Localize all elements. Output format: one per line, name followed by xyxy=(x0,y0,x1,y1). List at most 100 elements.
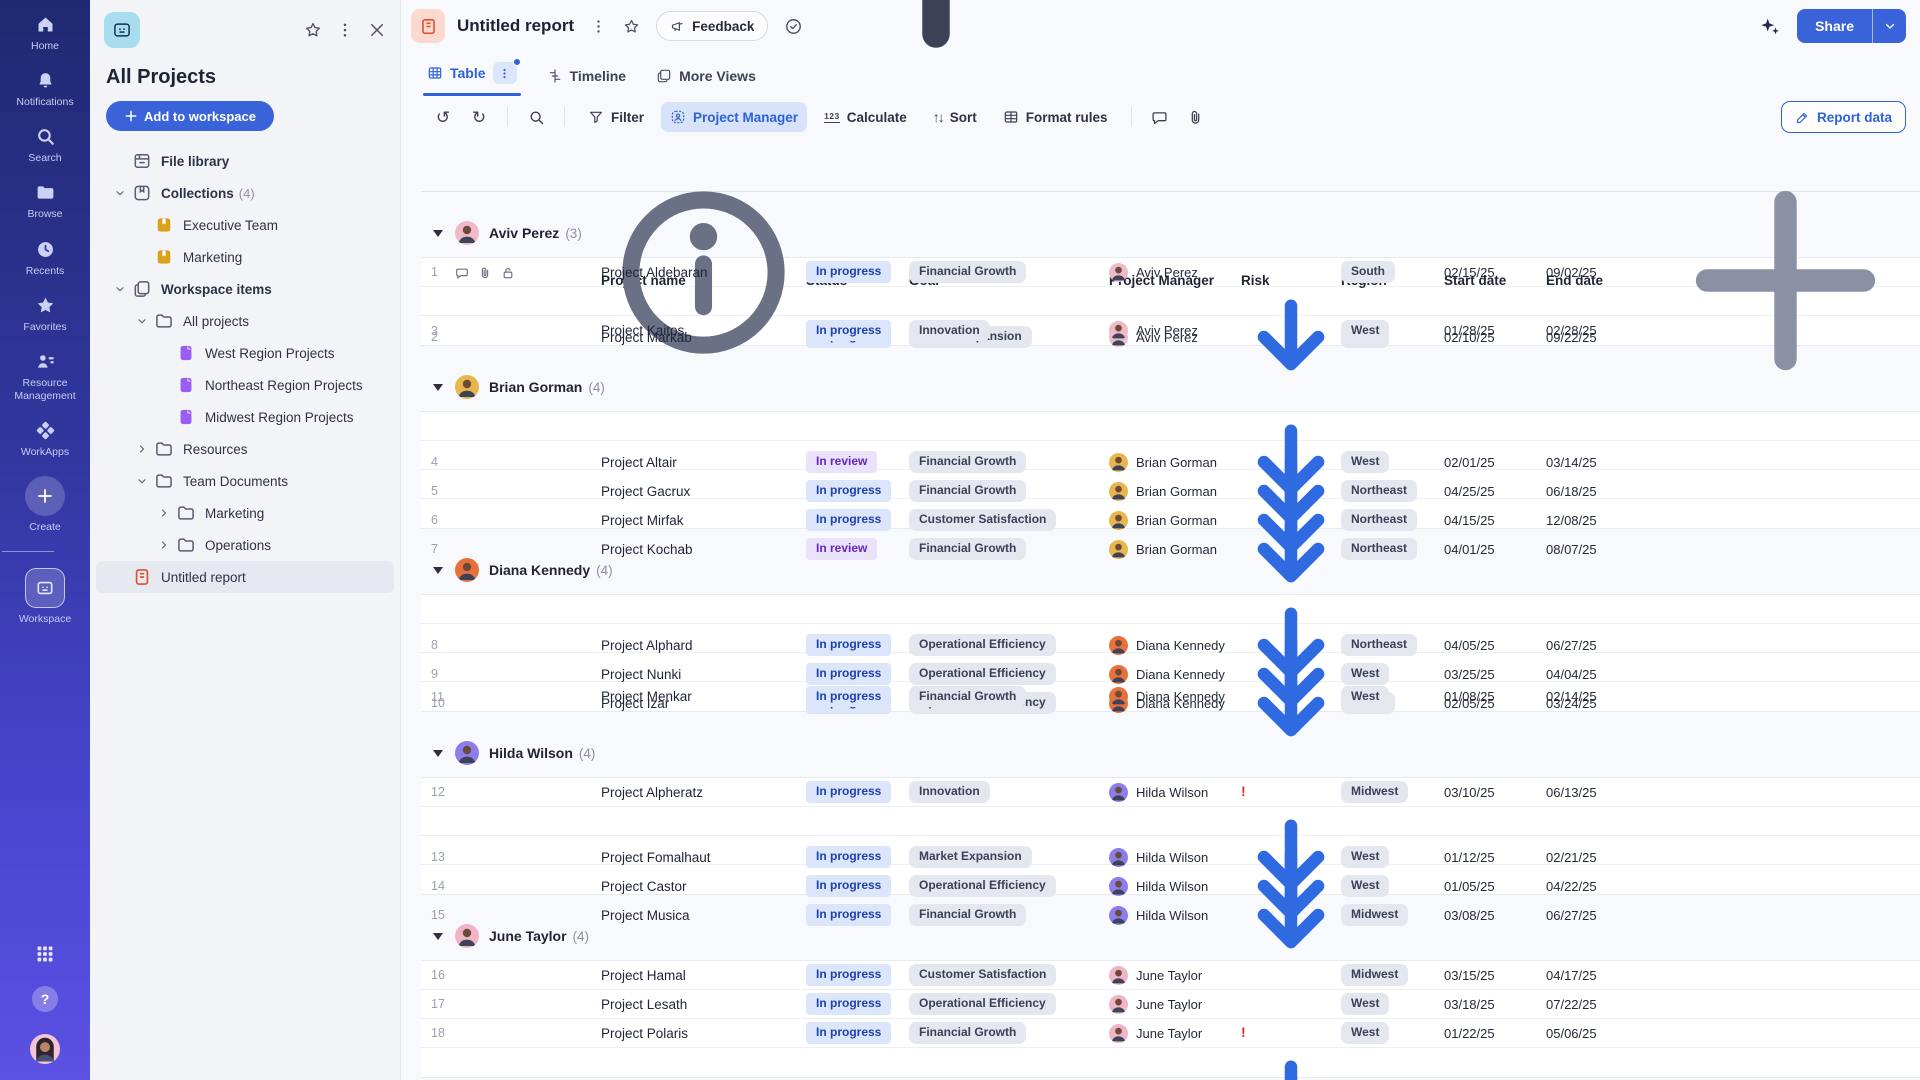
cell-project-manager[interactable]: Diana Kennedy xyxy=(1109,687,1241,706)
sidebar-item-all-projects[interactable]: All projects xyxy=(96,305,394,337)
group-header[interactable]: June Taylor (4) xyxy=(421,921,1920,951)
cell-goal[interactable]: Market Expansion xyxy=(909,846,1109,868)
cell-region[interactable]: South xyxy=(1341,261,1444,283)
collapse-triangle-icon[interactable] xyxy=(433,749,443,757)
cell-status[interactable]: In progress xyxy=(806,904,909,926)
cell-start-date[interactable]: 01/22/25 xyxy=(1444,1026,1546,1041)
cell-status[interactable]: In progress xyxy=(806,1022,909,1044)
report-data-button[interactable]: Report data xyxy=(1780,101,1906,133)
cell-end-date[interactable]: 07/22/25 xyxy=(1546,997,1651,1012)
row-number[interactable]: 5 xyxy=(421,484,601,498)
share-button[interactable]: Share xyxy=(1797,9,1906,43)
cell-end-date[interactable]: 06/18/25 xyxy=(1546,484,1651,499)
cell-goal[interactable]: Customer Satisfaction xyxy=(909,964,1109,986)
calculate-button[interactable]: 123 Calculate xyxy=(815,102,916,132)
cell-region[interactable]: Midwest xyxy=(1341,781,1444,803)
chevron-down-icon[interactable] xyxy=(130,314,154,328)
cell-project-manager[interactable]: June Taylor xyxy=(1109,994,1241,1014)
sidebar-item-workspace-items[interactable]: Workspace items xyxy=(96,273,394,305)
rail-item-create[interactable]: Create xyxy=(2,476,88,534)
cell-status[interactable]: In progress xyxy=(806,964,909,986)
row-number[interactable]: 17 xyxy=(421,997,601,1011)
cell-start-date[interactable]: 01/28/25 xyxy=(1444,323,1546,338)
row-number[interactable]: 12 xyxy=(421,785,601,799)
row-number[interactable]: 1 xyxy=(421,265,601,279)
ai-sparkles-icon[interactable] xyxy=(1759,15,1781,37)
chevron-right-icon[interactable] xyxy=(152,506,176,520)
sidebar-item-file-library[interactable]: File library xyxy=(96,145,394,177)
cell-goal[interactable]: Financial Growth xyxy=(909,538,1109,560)
cell-end-date[interactable]: 02/14/25 xyxy=(1546,689,1651,704)
cell-end-date[interactable]: 06/27/25 xyxy=(1546,638,1651,653)
cell-goal[interactable]: Financial Growth xyxy=(909,261,1109,283)
cell-start-date[interactable]: 03/15/25 xyxy=(1444,968,1546,983)
cell-goal[interactable]: Operational Efficiency xyxy=(909,875,1109,897)
cell-project-name[interactable]: Project Fomalhaut xyxy=(601,850,806,865)
cell-end-date[interactable]: 06/27/25 xyxy=(1546,908,1651,923)
chevron-right-icon[interactable] xyxy=(130,442,154,456)
cell-project-manager[interactable]: Brian Gorman xyxy=(1109,481,1241,501)
rail-item-favorites[interactable]: Favorites xyxy=(2,295,88,334)
cell-project-name[interactable]: Project Gacrux xyxy=(601,484,806,499)
cell-status[interactable]: In progress xyxy=(806,480,909,502)
cell-project-manager[interactable]: Hilda Wilson xyxy=(1109,905,1241,925)
row-number[interactable]: 8 xyxy=(421,638,601,652)
cell-project-manager[interactable]: Aviv Perez xyxy=(1109,262,1241,282)
cell-region[interactable]: Northeast xyxy=(1341,509,1444,531)
collapse-triangle-icon[interactable] xyxy=(433,566,443,574)
cell-goal[interactable]: Financial Growth xyxy=(909,904,1109,926)
cell-status[interactable]: In progress xyxy=(806,846,909,868)
cell-region[interactable]: Northeast xyxy=(1341,480,1444,502)
row-number[interactable]: 6 xyxy=(421,513,601,527)
sidebar-item-west-region-projects[interactable]: West Region Projects xyxy=(96,337,394,369)
collapse-triangle-icon[interactable] xyxy=(433,932,443,940)
sort-button[interactable]: ↑↓ Sort xyxy=(924,102,986,132)
cell-end-date[interactable]: 06/13/25 xyxy=(1546,785,1651,800)
cell-project-name[interactable]: Project Nunki xyxy=(601,667,806,682)
tab-table[interactable]: Table xyxy=(423,58,521,96)
cell-project-manager[interactable]: Hilda Wilson xyxy=(1109,876,1241,896)
cell-start-date[interactable]: 03/25/25 xyxy=(1444,667,1546,682)
chevron-down-icon[interactable] xyxy=(108,186,132,200)
favorite-star-icon[interactable] xyxy=(623,18,640,35)
cell-project-manager[interactable]: Hilda Wilson xyxy=(1109,782,1241,802)
cell-status[interactable]: In progress xyxy=(806,993,909,1015)
cell-start-date[interactable]: 04/15/25 xyxy=(1444,513,1546,528)
sidebar-item-collections[interactable]: Collections (4) xyxy=(96,177,394,209)
chevron-down-icon[interactable] xyxy=(130,474,154,488)
cell-goal[interactable]: Innovation xyxy=(909,781,1109,803)
cell-project-name[interactable]: Project Altair xyxy=(601,455,806,470)
attachment-icon[interactable] xyxy=(1182,103,1210,131)
cell-end-date[interactable]: 03/14/25 xyxy=(1546,455,1651,470)
cell-project-manager[interactable]: Brian Gorman xyxy=(1109,539,1241,559)
title-kebab-icon[interactable] xyxy=(590,18,607,35)
cell-project-name[interactable]: Project Musica xyxy=(601,908,806,923)
cell-end-date[interactable]: 05/06/25 xyxy=(1546,1026,1651,1041)
cell-region[interactable]: West xyxy=(1341,685,1444,708)
cell-goal[interactable]: Operational Efficiency xyxy=(909,993,1109,1015)
row-number[interactable]: 13 xyxy=(421,850,601,864)
sidebar-item-executive-team[interactable]: Executive Team xyxy=(96,209,394,241)
tab-timeline[interactable]: Timeline xyxy=(547,68,626,96)
cell-start-date[interactable]: 04/25/25 xyxy=(1444,484,1546,499)
collapse-triangle-icon[interactable] xyxy=(433,383,443,391)
group-by-button[interactable]: Project Manager xyxy=(661,102,808,132)
cell-status[interactable]: In progress xyxy=(806,875,909,897)
star-icon[interactable] xyxy=(304,21,322,39)
cell-start-date[interactable]: 04/01/25 xyxy=(1444,542,1546,557)
cell-status[interactable]: In progress xyxy=(806,663,909,685)
cell-status[interactable]: In progress xyxy=(806,685,909,708)
cell-project-manager[interactable]: Brian Gorman xyxy=(1109,510,1241,530)
cell-goal[interactable]: Customer Satisfaction xyxy=(909,509,1109,531)
cell-project-manager[interactable]: Diana Kennedy xyxy=(1109,664,1241,684)
cell-region[interactable]: West xyxy=(1341,663,1444,685)
workspace-badge-icon[interactable] xyxy=(104,12,140,48)
cell-region[interactable]: West xyxy=(1341,319,1444,342)
cell-risk[interactable]: ! xyxy=(1241,783,1341,801)
cell-risk[interactable] xyxy=(1241,1048,1341,1080)
cell-start-date[interactable]: 03/10/25 xyxy=(1444,785,1546,800)
cell-project-manager[interactable]: Brian Gorman xyxy=(1109,452,1241,472)
cell-status[interactable]: In progress xyxy=(806,261,909,283)
cell-end-date[interactable]: 02/28/25 xyxy=(1546,323,1651,338)
user-avatar[interactable] xyxy=(30,1034,60,1064)
